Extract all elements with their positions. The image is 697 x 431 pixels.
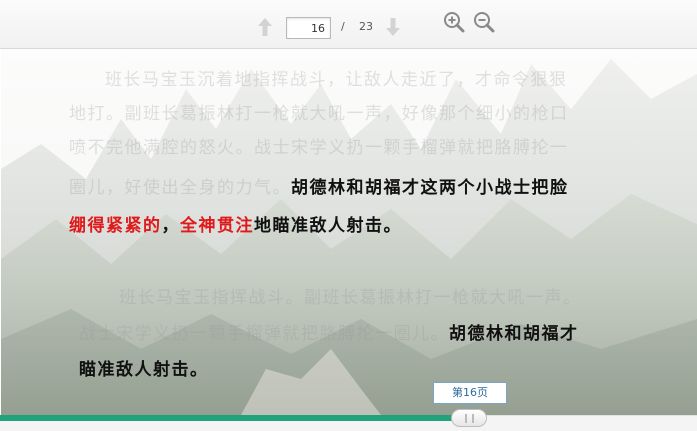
red-highlight-text: 全神贯注 bbox=[180, 216, 254, 236]
paragraph-line: 瞄准敌人射击。 bbox=[79, 360, 209, 380]
page-tooltip: 第16页 bbox=[433, 382, 507, 404]
paragraph-line: 战士宋学义扔一颗手榴弹就把胳膊抡一圈儿。胡德林和胡福才 bbox=[79, 317, 579, 351]
zoom-in-icon[interactable] bbox=[443, 11, 465, 33]
red-highlight-text: 绷得紧紧的 bbox=[69, 216, 162, 236]
zoom-out-icon[interactable] bbox=[473, 11, 495, 33]
highlighted-text: 胡德林和胡福才 bbox=[449, 324, 579, 344]
paragraph-line: 喷不完他满腔的怒火。战士宋学义扔一颗手榴弹就把胳膊抡一 bbox=[69, 138, 569, 158]
progress-fill bbox=[0, 415, 454, 421]
page-number-input[interactable] bbox=[286, 17, 331, 39]
paragraph-line: 班长马宝玉指挥战斗。副班长葛振林打一枪就大吼一声。 bbox=[119, 288, 582, 308]
page-separator: / bbox=[341, 20, 345, 33]
reader-page: 班长马宝玉沉着地指挥战斗，让敌人走近了，才命令狠狠 地打。副班长葛振林打一枪就大… bbox=[1, 49, 697, 415]
arrow-up-icon[interactable] bbox=[255, 16, 275, 38]
grip-icon bbox=[465, 414, 467, 423]
faded-text: 圈儿，好使出全身的力气。 bbox=[69, 178, 291, 198]
highlighted-text: ， bbox=[161, 216, 180, 236]
paragraph-line: 绷得紧紧的，全神贯注地瞄准敌人射击。 bbox=[69, 209, 402, 243]
faded-text: 战士宋学义扔一颗手榴弹就把胳膊抡一圈儿。 bbox=[79, 324, 449, 344]
paragraph-line: 班长马宝玉沉着地指挥战斗，让敌人走近了，才命令狠狠 bbox=[105, 70, 568, 90]
paragraph-line: 地打。副班长葛振林打一枪就大吼一声，好像那个细小的枪口 bbox=[69, 104, 569, 124]
paragraph-line: 圈儿，好使出全身的力气。胡德林和胡福才这两个小战士把脸 bbox=[69, 171, 569, 205]
total-pages: 23 bbox=[359, 20, 373, 33]
reader-toolbar: / 23 bbox=[0, 0, 697, 49]
arrow-down-icon[interactable] bbox=[383, 16, 403, 38]
highlighted-text: 胡德林和胡福才这两个小战士把脸 bbox=[291, 178, 569, 198]
grip-icon bbox=[472, 414, 474, 423]
highlighted-text: 地瞄准敌人射击。 bbox=[254, 216, 402, 236]
progress-handle[interactable] bbox=[451, 409, 487, 427]
